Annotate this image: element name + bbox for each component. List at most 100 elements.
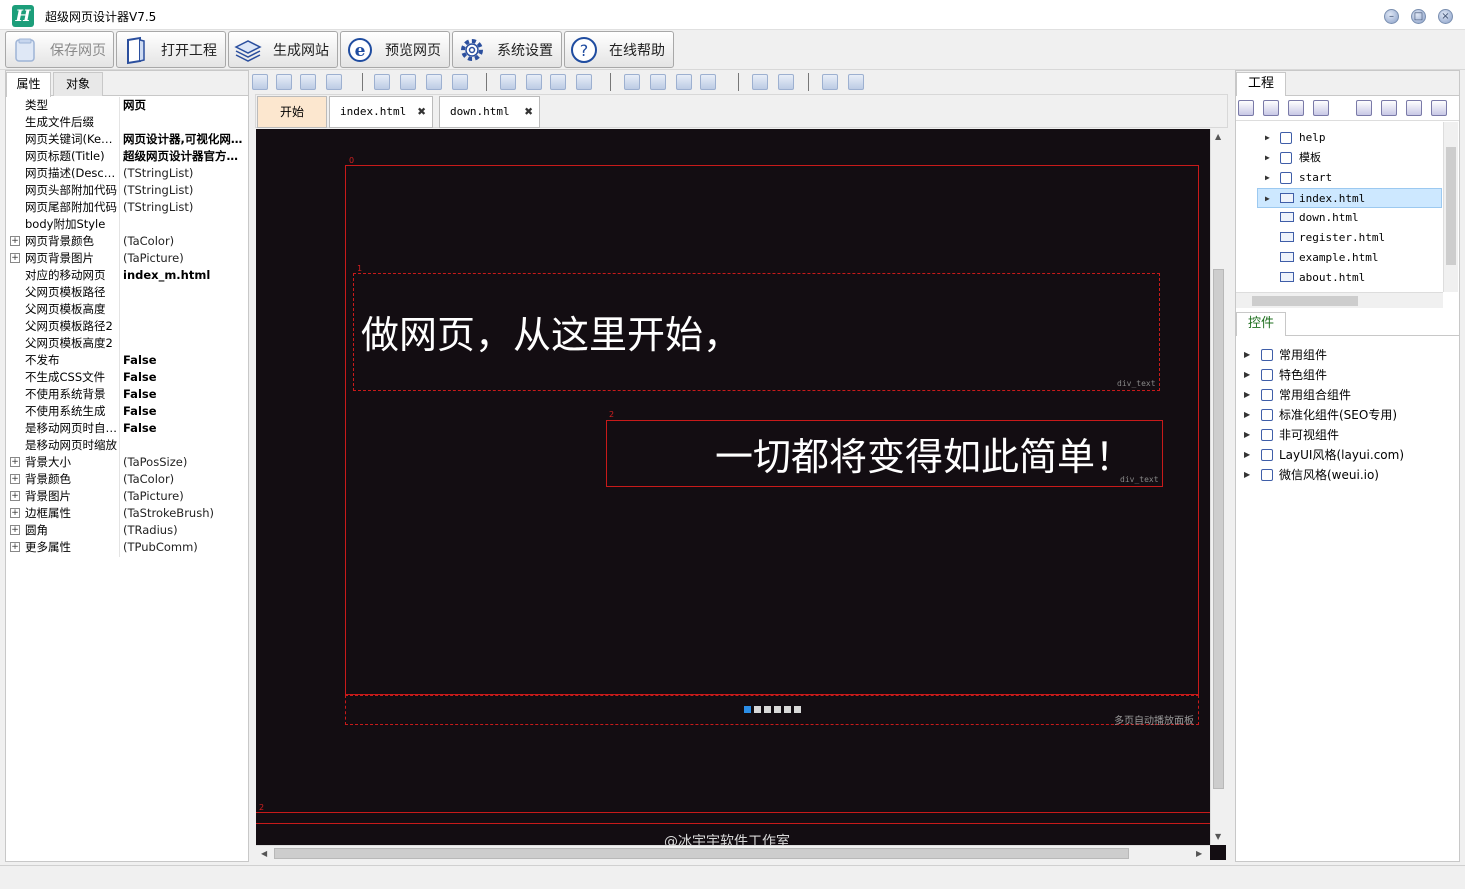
footer-block[interactable] <box>256 812 1210 824</box>
tree-item[interactable]: ▶ start <box>1258 168 1443 188</box>
component-group[interactable]: ▶ 常用组件 <box>1236 345 1456 365</box>
property-value[interactable]: (TRadius) <box>123 522 245 539</box>
tree-item[interactable]: ▶ help <box>1258 128 1443 148</box>
property-value[interactable]: (TStringList) <box>123 182 245 199</box>
tab-start[interactable]: 开始 <box>257 96 327 128</box>
online-help-button[interactable]: ? 在线帮助 <box>564 31 674 68</box>
expand-arrow-icon[interactable]: ▶ <box>1244 365 1250 385</box>
property-row[interactable]: + 背景大小 (TaPosSize) <box>6 454 248 471</box>
property-row[interactable]: 父网页模板路径2 <box>6 318 248 335</box>
align-justify-icon[interactable] <box>452 74 468 90</box>
expand-arrow-icon[interactable]: ▶ <box>1265 128 1270 148</box>
property-value[interactable]: False <box>123 386 245 403</box>
canvas-horizontal-scrollbar[interactable]: ◀ ▶ <box>256 845 1210 861</box>
property-row[interactable]: body附加Style <box>6 216 248 233</box>
property-row[interactable]: + 网页背景图片 (TaPicture) <box>6 250 248 267</box>
delete-page-icon[interactable] <box>1431 100 1447 116</box>
property-value[interactable]: (TaPosSize) <box>123 454 245 471</box>
property-row[interactable]: 父网页模板高度2 <box>6 335 248 352</box>
component-group[interactable]: ▶ 常用组合组件 <box>1236 385 1456 405</box>
property-row[interactable]: + 网页背景颜色 (TaColor) <box>6 233 248 250</box>
scroll-thumb[interactable] <box>1446 147 1456 265</box>
tab-project[interactable]: 工程 <box>1236 72 1286 96</box>
tree-item[interactable]: ▶ index.html <box>1257 188 1442 208</box>
property-row[interactable]: 网页关键词(Keywords) 网页设计器,可视化网页设计 <box>6 131 248 148</box>
property-value[interactable]: 超级网页设计器官方网站 <box>123 148 245 165</box>
property-row[interactable]: 类型 网页 <box>6 97 248 114</box>
tree-vertical-scrollbar[interactable] <box>1443 122 1458 292</box>
property-value[interactable]: (TaColor) <box>123 471 245 488</box>
scroll-right-icon[interactable]: ▶ <box>1196 849 1202 858</box>
component-group[interactable]: ▶ 非可视组件 <box>1236 425 1456 445</box>
property-row[interactable]: 网页描述(Description) (TStringList) <box>6 165 248 182</box>
close-button[interactable]: × <box>1438 9 1453 24</box>
property-row[interactable]: 父网页模板路径 <box>6 284 248 301</box>
new-block-icon[interactable] <box>252 74 268 90</box>
close-tab-icon[interactable]: ✖ <box>418 97 426 127</box>
globe-icon[interactable] <box>1288 100 1304 116</box>
scroll-thumb[interactable] <box>1213 269 1224 789</box>
carousel-dot[interactable] <box>794 706 801 713</box>
expand-icon[interactable]: + <box>10 253 20 263</box>
bring-front-icon[interactable] <box>752 74 768 90</box>
property-row[interactable]: + 背景颜色 (TaColor) <box>6 471 248 488</box>
expand-icon[interactable]: + <box>10 457 20 467</box>
carousel-dot[interactable] <box>764 706 771 713</box>
maximize-button[interactable]: □ <box>1411 9 1426 24</box>
scroll-down-icon[interactable]: ▼ <box>1215 832 1221 841</box>
property-row[interactable]: + 更多属性 (TPubComm) <box>6 539 248 556</box>
property-value[interactable]: (TPubComm) <box>123 539 245 556</box>
property-row[interactable]: 网页头部附加代码 (TStringList) <box>6 182 248 199</box>
open-page-icon[interactable] <box>1313 100 1329 116</box>
spellcheck-icon[interactable] <box>822 74 838 90</box>
tab-index-html[interactable]: index.html ✖ <box>329 96 433 128</box>
expand-arrow-icon[interactable]: ▶ <box>1265 168 1270 188</box>
carousel-dot[interactable] <box>774 706 781 713</box>
property-value[interactable]: (TaPicture) <box>123 250 245 267</box>
v-spacing-icon[interactable] <box>700 74 716 90</box>
save-page-button[interactable]: 保存网页 <box>5 31 114 68</box>
minimize-button[interactable]: – <box>1384 9 1399 24</box>
new-page-icon[interactable] <box>1263 100 1279 116</box>
property-row[interactable]: 网页标题(Title) 超级网页设计器官方网站 <box>6 148 248 165</box>
preview-page-button[interactable]: e 预览网页 <box>340 31 450 68</box>
property-value[interactable]: (TStringList) <box>123 165 245 182</box>
property-row[interactable]: 不使用系统背景 False <box>6 386 248 403</box>
carousel-dot[interactable] <box>744 706 751 713</box>
scroll-left-icon[interactable]: ◀ <box>261 849 267 858</box>
tab-down-html[interactable]: down.html ✖ <box>439 96 540 128</box>
distribute-icon[interactable] <box>576 74 592 90</box>
property-value[interactable]: 网页设计器,可视化网页设计 <box>123 131 245 148</box>
send-back-icon[interactable] <box>778 74 794 90</box>
property-value[interactable]: (TaColor) <box>123 233 245 250</box>
align-right-icon[interactable] <box>426 74 442 90</box>
move-down-icon[interactable] <box>1381 100 1397 116</box>
component-group[interactable]: ▶ LayUI风格(layui.com) <box>1236 445 1456 465</box>
property-row[interactable]: + 圆角 (TRadius) <box>6 522 248 539</box>
tab-controls[interactable]: 控件 <box>1236 312 1286 336</box>
open-project-button[interactable]: 打开工程 <box>116 31 226 68</box>
expand-arrow-icon[interactable]: ▶ <box>1244 465 1250 485</box>
expand-arrow-icon[interactable]: ▶ <box>1244 405 1250 425</box>
property-value[interactable]: False <box>123 369 245 386</box>
property-value[interactable]: False <box>123 352 245 369</box>
tree-item[interactable]: ▶ 模板 <box>1258 148 1443 168</box>
expand-icon[interactable]: + <box>10 491 20 501</box>
tree-item[interactable]: down.html <box>1258 208 1443 228</box>
carousel-dot[interactable] <box>754 706 761 713</box>
scroll-thumb[interactable] <box>1252 296 1358 306</box>
expand-icon[interactable]: + <box>10 236 20 246</box>
property-value[interactable]: (TStringList) <box>123 199 245 216</box>
property-value[interactable]: 网页 <box>123 97 245 114</box>
expand-arrow-icon[interactable]: ▶ <box>1265 189 1270 209</box>
rename-icon[interactable] <box>1406 100 1422 116</box>
expand-icon[interactable]: + <box>10 508 20 518</box>
delete-block-icon[interactable] <box>276 74 292 90</box>
canvas-vertical-scrollbar[interactable]: ▲ ▼ <box>1210 129 1226 845</box>
property-row[interactable]: 不生成CSS文件 False <box>6 369 248 386</box>
build-site-button[interactable]: 生成网站 <box>228 31 338 68</box>
property-row[interactable]: 不发布 False <box>6 352 248 369</box>
property-row[interactable]: 网页尾部附加代码 (TStringList) <box>6 199 248 216</box>
property-row[interactable]: 不使用系统生成 False <box>6 403 248 420</box>
property-row[interactable]: 对应的移动网页 index_m.html <box>6 267 248 284</box>
